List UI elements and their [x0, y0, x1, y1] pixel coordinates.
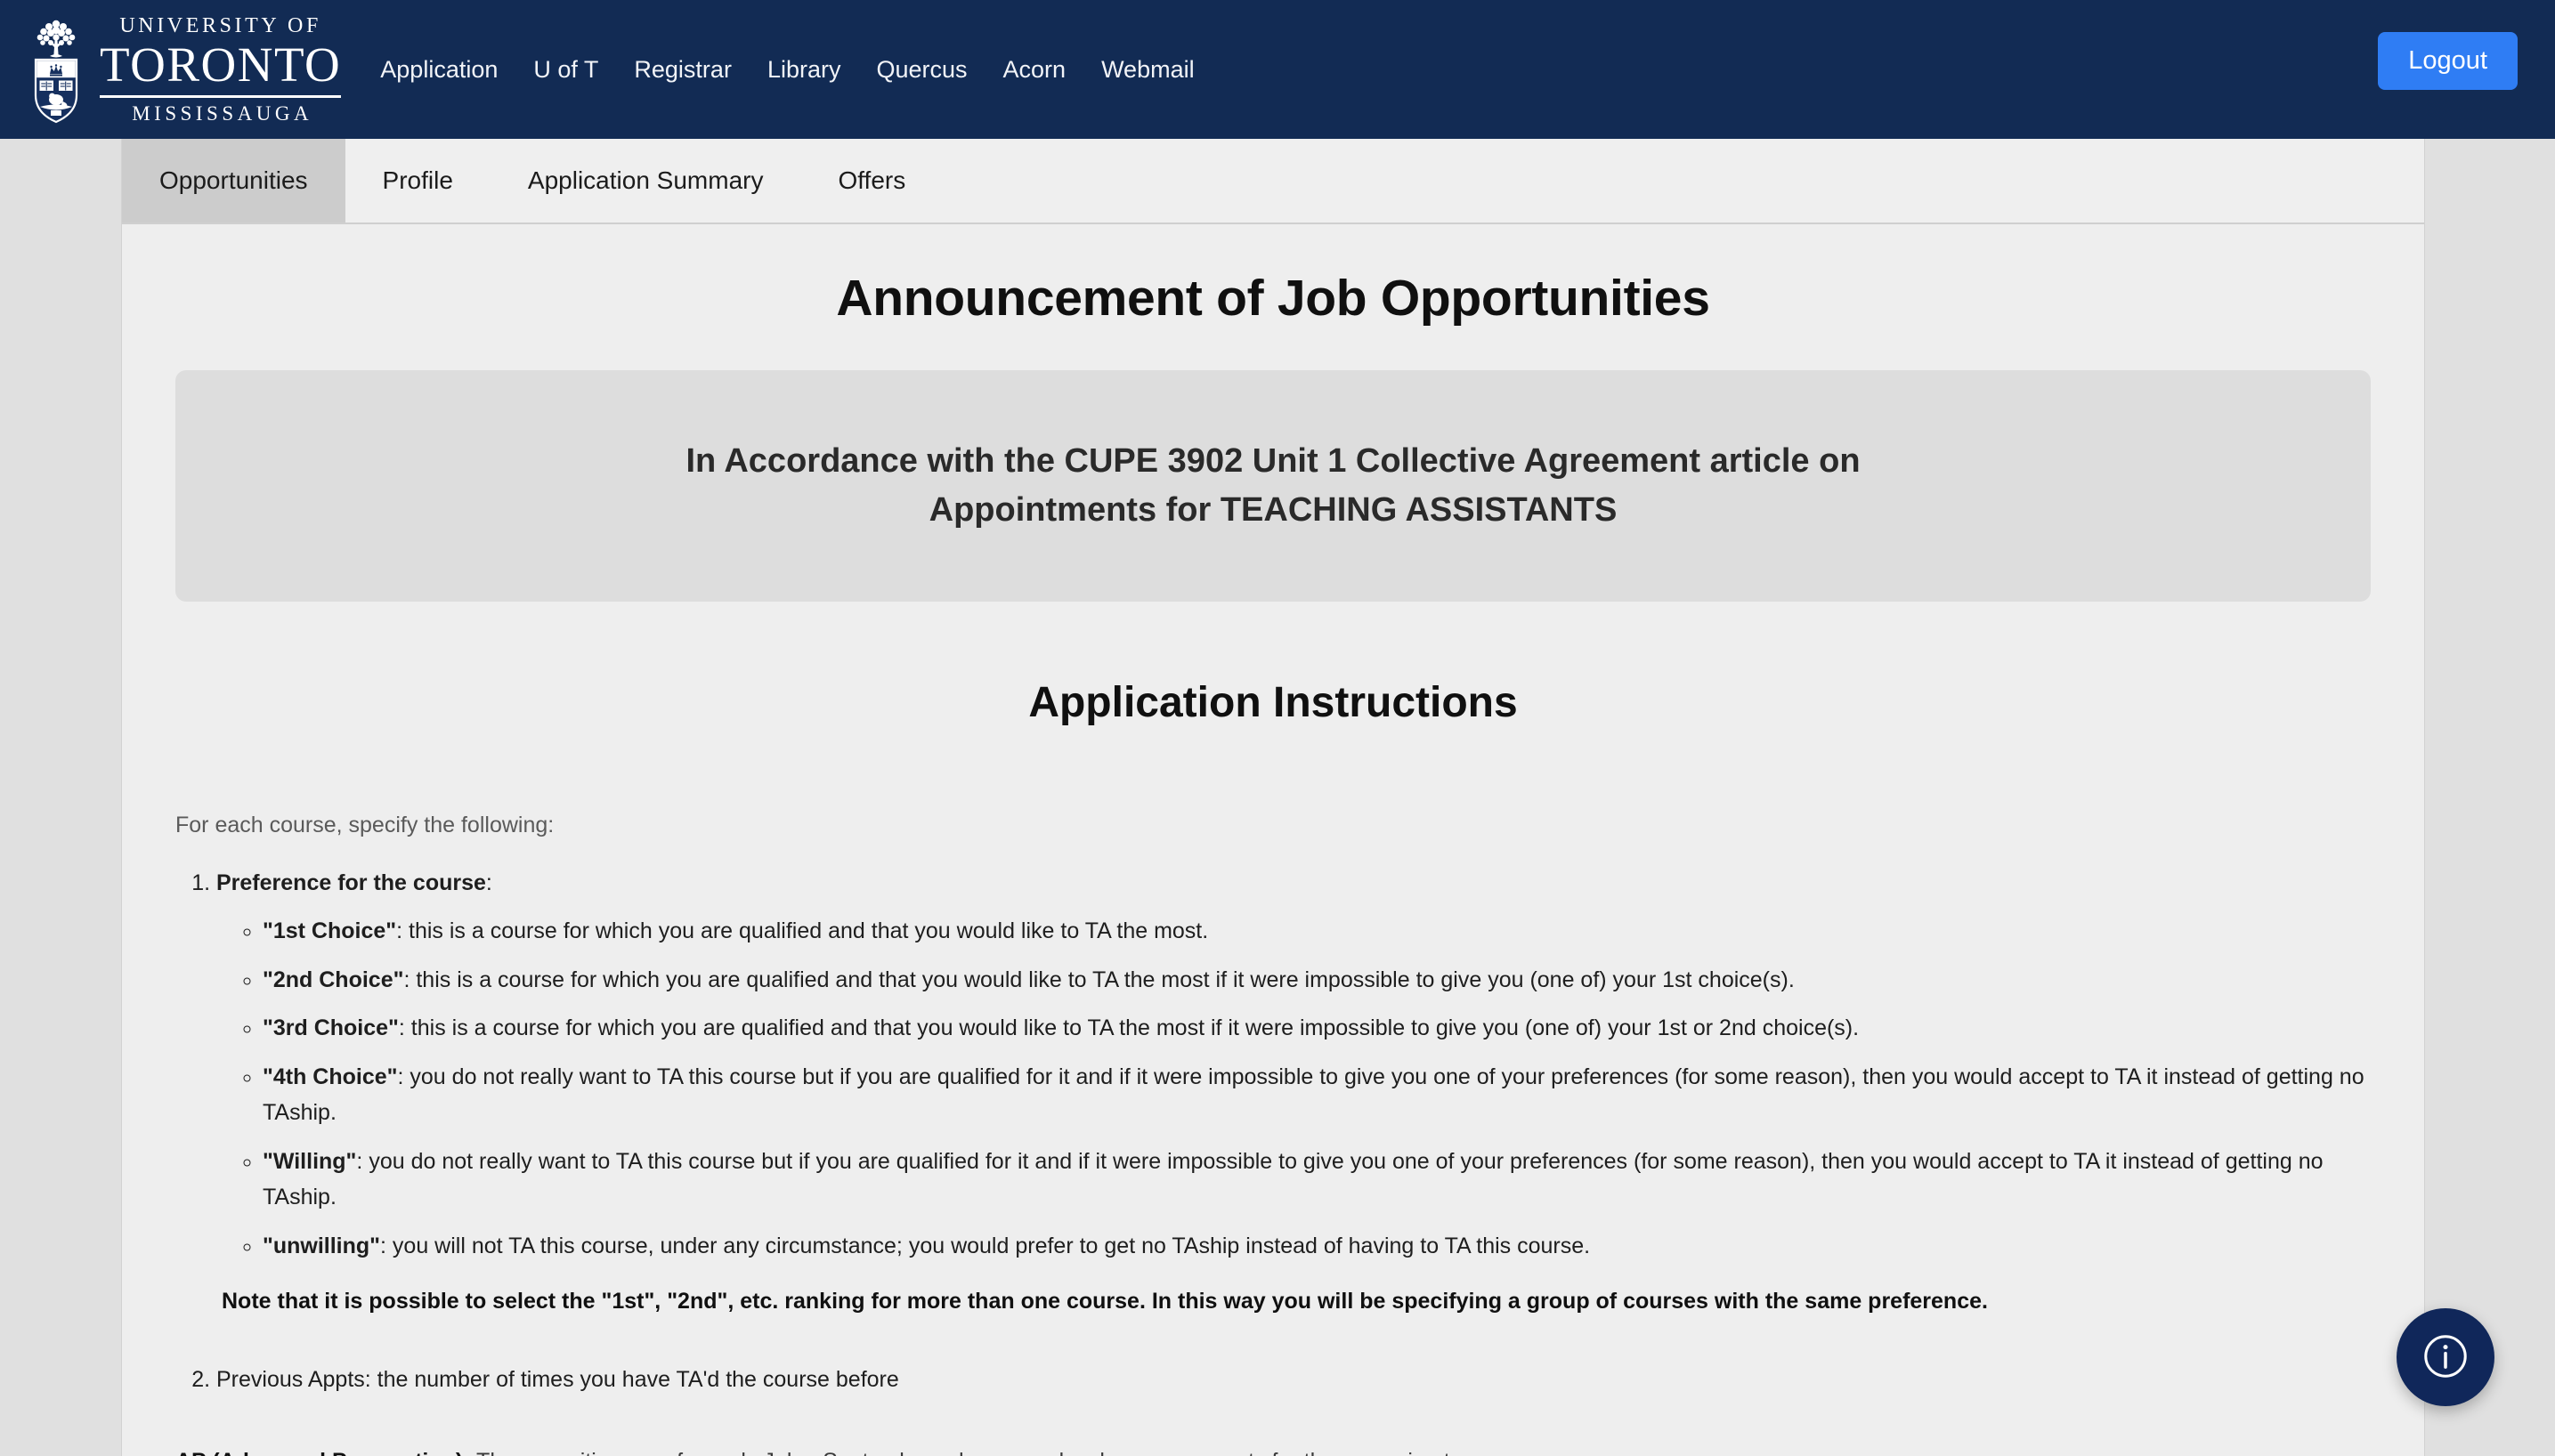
- nav-link-registrar[interactable]: Registrar: [634, 56, 732, 84]
- nav-link-webmail[interactable]: Webmail: [1101, 56, 1195, 84]
- left-gutter: [0, 139, 121, 1456]
- choice-item-1st: "1st Choice": this is a course for which…: [263, 913, 2371, 950]
- uoft-wordmark: UNIVERSITY OF TORONTO MISSISSAUGA: [100, 14, 342, 125]
- choice-desc-willing: : you do not really want to TA this cour…: [263, 1148, 2324, 1210]
- top-navigation-bar: UNIVERSITY OF TORONTO MISSISSAUGA Applic…: [0, 0, 2555, 139]
- instructions-list: Preference for the course: "1st Choice":…: [216, 865, 2371, 1397]
- content-panel: Opportunities Profile Application Summar…: [121, 139, 2425, 1456]
- nav-link-quercus[interactable]: Quercus: [876, 56, 967, 84]
- choice-term-1st: "1st Choice": [263, 918, 397, 943]
- choice-desc-2nd: : this is a course for which you are qua…: [403, 967, 1795, 992]
- wordmark-divider: [100, 94, 342, 98]
- choice-term-4th: "4th Choice": [263, 1064, 398, 1089]
- step-1-suffix: :: [485, 870, 492, 895]
- info-help-button[interactable]: [2397, 1308, 2494, 1406]
- preference-choice-list: "1st Choice": this is a course for which…: [263, 913, 2371, 1264]
- instruction-step-1: Preference for the course: "1st Choice":…: [216, 865, 2371, 1349]
- info-icon: [2420, 1331, 2471, 1385]
- announcement-article: Announcement of Job Opportunities In Acc…: [122, 269, 2424, 1456]
- instructions-lead: For each course, specify the following:: [175, 813, 555, 837]
- logout-button[interactable]: Logout: [2378, 32, 2518, 90]
- advanced-preparation-label: AP (Advanced Preparation):: [175, 1449, 471, 1456]
- choice-item-willing: "Willing": you do not really want to TA …: [263, 1144, 2371, 1216]
- nav-link-library[interactable]: Library: [767, 56, 841, 84]
- choice-desc-unwilling: : you will not TA this course, under any…: [380, 1233, 1591, 1258]
- advanced-preparation-text: These positions are for early July - Sep…: [471, 1449, 1495, 1456]
- primary-nav: Application U of T Registrar Library Que…: [380, 56, 1194, 84]
- tab-offers[interactable]: Offers: [800, 139, 943, 222]
- agreement-banner-text: In Accordance with the CUPE 3902 Unit 1 …: [685, 437, 1860, 535]
- uoft-crest-icon: [27, 15, 85, 124]
- tab-bar: Opportunities Profile Application Summar…: [122, 139, 2424, 224]
- tab-opportunities[interactable]: Opportunities: [122, 139, 345, 222]
- page-title: Announcement of Job Opportunities: [836, 270, 1710, 327]
- nav-link-application[interactable]: Application: [380, 56, 498, 84]
- choice-item-3rd: "3rd Choice": this is a course for which…: [263, 1010, 2371, 1047]
- tab-profile[interactable]: Profile: [345, 139, 491, 222]
- choice-desc-4th: : you do not really want to TA this cour…: [263, 1064, 2364, 1126]
- section-title-application-instructions: Application Instructions: [1028, 679, 1518, 726]
- page-body: Opportunities Profile Application Summar…: [0, 139, 2555, 1456]
- ranking-note: Note that it is possible to select the "…: [222, 1289, 1988, 1314]
- choice-term-willing: "Willing": [263, 1148, 357, 1174]
- choice-term-2nd: "2nd Choice": [263, 967, 404, 992]
- choice-term-3rd: "3rd Choice": [263, 1015, 399, 1040]
- tab-application-summary[interactable]: Application Summary: [491, 139, 801, 222]
- wordmark-line-3: MISSISSAUGA: [132, 101, 313, 125]
- choice-item-unwilling: "unwilling": you will not TA this course…: [263, 1228, 2371, 1265]
- uoft-mississauga-logo[interactable]: UNIVERSITY OF TORONTO MISSISSAUGA: [27, 14, 342, 125]
- wordmark-line-2: TORONTO: [100, 37, 342, 93]
- choice-desc-3rd: : this is a course for which you are qua…: [398, 1015, 1860, 1040]
- choice-item-2nd: "2nd Choice": this is a course for which…: [263, 962, 2371, 999]
- wordmark-line-1: UNIVERSITY OF: [119, 14, 321, 38]
- right-gutter: [2425, 139, 2555, 1456]
- instruction-step-2: Previous Appts: the number of times you …: [216, 1362, 2371, 1397]
- agreement-banner-line-2: Appointments for TEACHING ASSISTANTS: [929, 491, 1618, 529]
- choice-desc-1st: : this is a course for which you are qua…: [396, 918, 1209, 943]
- advanced-preparation-note: AP (Advanced Preparation): These positio…: [175, 1445, 2371, 1456]
- agreement-banner: In Accordance with the CUPE 3902 Unit 1 …: [175, 370, 2371, 602]
- choice-item-4th: "4th Choice": you do not really want to …: [263, 1059, 2371, 1131]
- choice-term-unwilling: "unwilling": [263, 1233, 381, 1258]
- agreement-banner-line-1: In Accordance with the CUPE 3902 Unit 1 …: [685, 441, 1861, 480]
- nav-link-acorn[interactable]: Acorn: [1003, 56, 1067, 84]
- step-1-label: Preference for the course: [216, 870, 486, 895]
- nav-link-u-of-t[interactable]: U of T: [533, 56, 598, 84]
